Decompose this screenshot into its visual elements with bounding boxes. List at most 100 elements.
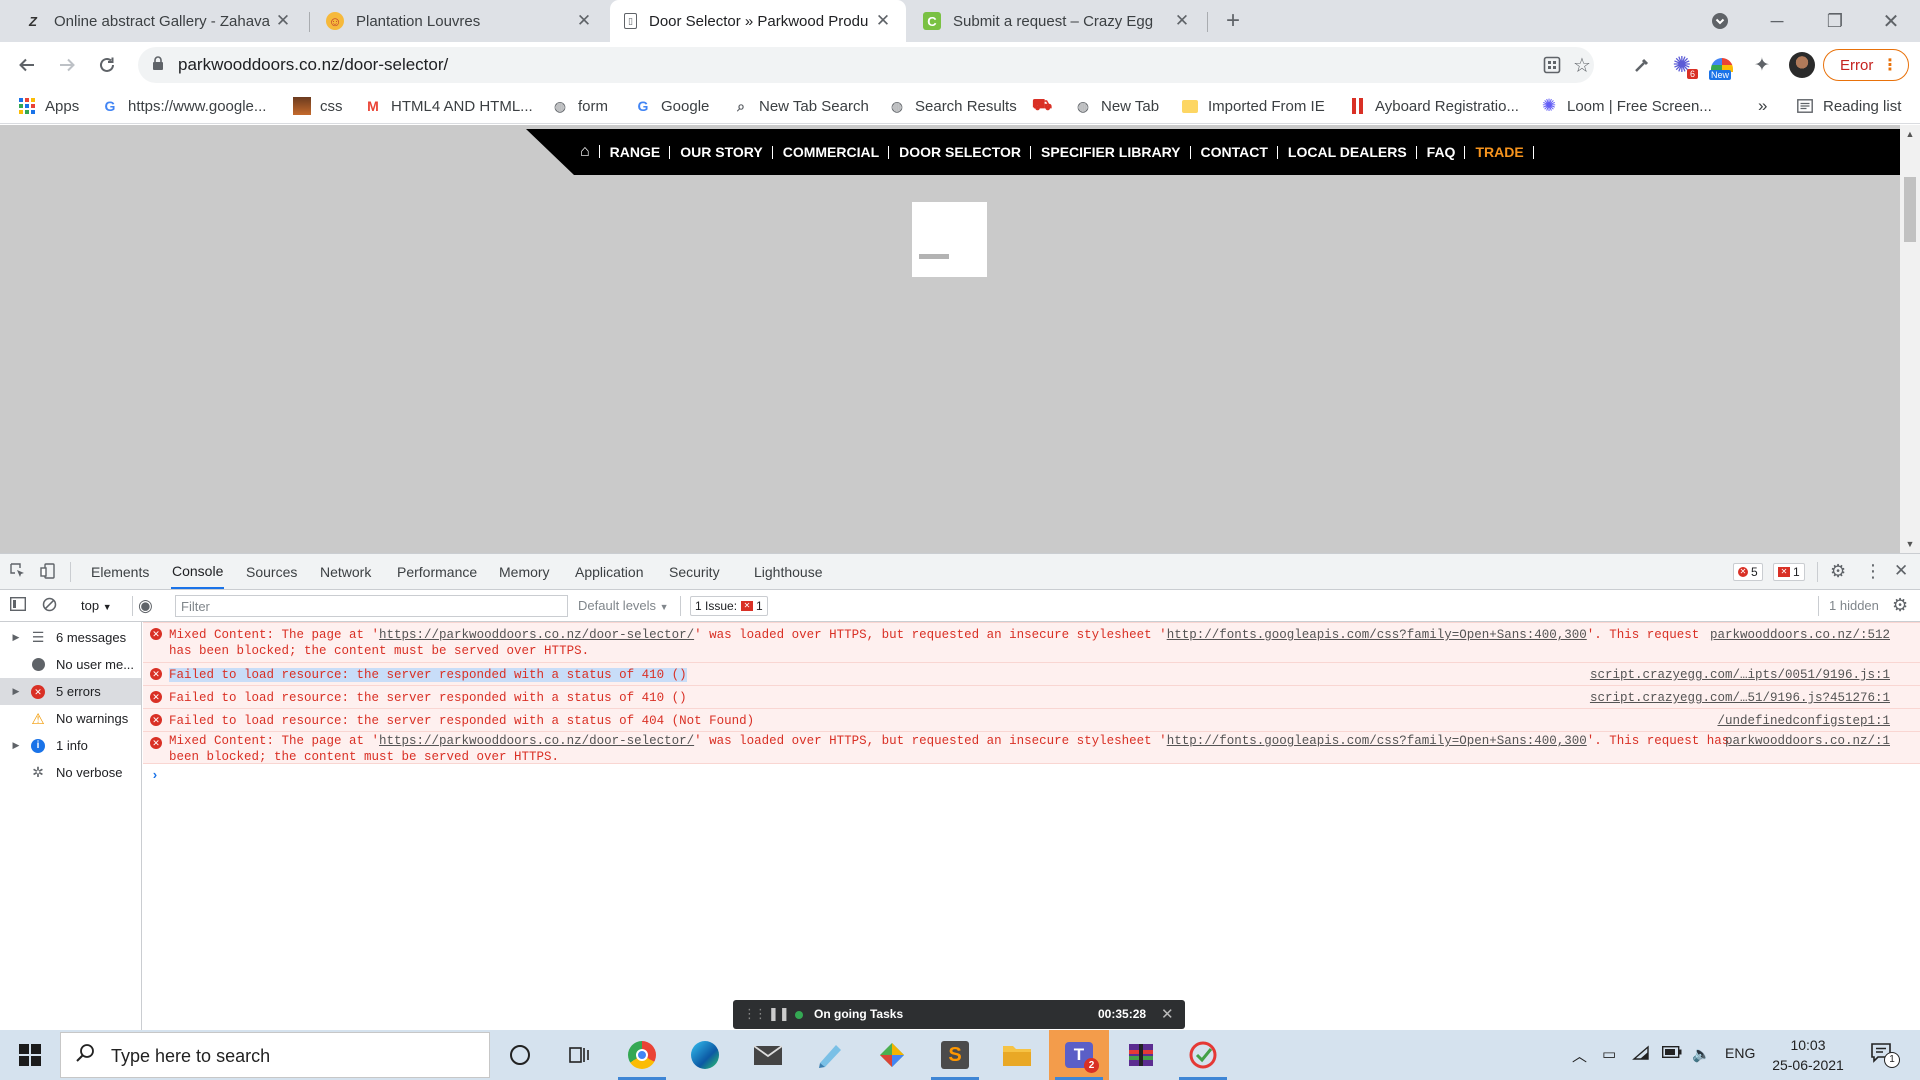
- close-icon[interactable]: ✕: [874, 11, 892, 31]
- bookmark-cart[interactable]: ⛟: [1032, 88, 1060, 124]
- bookmark-google-url[interactable]: G https://www.google...: [101, 88, 267, 124]
- paint-app-icon[interactable]: [862, 1030, 922, 1080]
- close-icon[interactable]: ✕: [1161, 1005, 1174, 1023]
- bookmark-imported-from-ie[interactable]: Imported From IE: [1181, 88, 1325, 124]
- console-error-row[interactable]: ✕ Failed to load resource: the server re…: [143, 685, 1920, 708]
- eyedropper-extension-icon[interactable]: [1626, 49, 1658, 81]
- message-source-link[interactable]: parkwooddoors.co.nz/:512: [1710, 627, 1890, 643]
- lock-icon[interactable]: [152, 56, 164, 74]
- tab-door-selector[interactable]: ▯ Door Selector » Parkwood Produ ✕: [610, 0, 906, 42]
- tab-security[interactable]: Security: [668, 554, 721, 590]
- nav-faq[interactable]: FAQ: [1417, 144, 1466, 160]
- eye-icon[interactable]: ◉: [138, 596, 153, 616]
- log-levels-dropdown[interactable]: Default levels ▼: [578, 598, 669, 613]
- bookmark-apps[interactable]: Apps: [18, 88, 79, 124]
- sidebar-item-user-messages[interactable]: No user me...: [0, 651, 141, 678]
- battery-icon[interactable]: [1661, 1045, 1682, 1062]
- home-icon[interactable]: ⌂: [580, 143, 600, 161]
- bookmark-ayboard[interactable]: Ayboard Registratio...: [1348, 88, 1519, 124]
- more-vert-icon[interactable]: ⋮: [1864, 561, 1882, 582]
- language-indicator[interactable]: ENG: [1725, 1045, 1755, 1061]
- bookmark-star-icon[interactable]: ☆: [1570, 53, 1594, 77]
- task-view-icon[interactable]: [550, 1030, 610, 1080]
- bookmarks-overflow[interactable]: »: [1758, 88, 1767, 124]
- scroll-thumb[interactable]: [1904, 177, 1916, 242]
- issues-button[interactable]: 1 Issue: ✕ 1: [690, 596, 768, 616]
- nav-trade[interactable]: TRADE: [1465, 144, 1534, 160]
- close-icon[interactable]: ✕: [274, 11, 292, 31]
- scroll-up-icon[interactable]: ▲: [1900, 129, 1920, 139]
- bookmark-google[interactable]: G Google: [634, 88, 710, 124]
- window-close-icon[interactable]: ✕: [1862, 0, 1920, 42]
- translate-icon[interactable]: [1540, 53, 1564, 77]
- tab-memory[interactable]: Memory: [498, 554, 551, 590]
- tab-elements[interactable]: Elements: [90, 554, 150, 590]
- nav-door-selector[interactable]: DOOR SELECTOR: [889, 144, 1031, 160]
- extension-badge-icon[interactable]: ✺ 6: [1666, 49, 1698, 81]
- message-source-link[interactable]: script.crazyegg.com/…51/9196.js?451276:1: [1590, 690, 1890, 706]
- clear-console-icon[interactable]: [42, 597, 57, 617]
- expand-arrow-icon[interactable]: ▶: [8, 632, 24, 643]
- console-error-row[interactable]: ✕ Mixed Content: The page at 'https://pa…: [143, 622, 1920, 662]
- notes-app-icon[interactable]: [800, 1030, 860, 1080]
- message-link[interactable]: http://fonts.googleapis.com/css?family=O…: [1167, 734, 1587, 748]
- message-source-link[interactable]: /undefinedconfigstep1:1: [1717, 713, 1890, 729]
- edge-app-icon[interactable]: [675, 1030, 735, 1080]
- minimize-icon[interactable]: ─: [1748, 0, 1806, 42]
- bookmark-search-results[interactable]: ◍ Search Results: [888, 88, 1017, 124]
- page-scrollbar[interactable]: ▲ ▼: [1900, 125, 1920, 553]
- tab-performance[interactable]: Performance: [396, 554, 478, 590]
- sidebar-item-info[interactable]: ▶ i 1 info: [0, 732, 141, 759]
- taskbar-search-box[interactable]: Type here to search: [60, 1032, 490, 1078]
- message-link[interactable]: https://parkwooddoors.co.nz/door-selecto…: [379, 734, 694, 748]
- file-explorer-icon[interactable]: [987, 1030, 1047, 1080]
- tab-lighthouse[interactable]: Lighthouse: [753, 554, 824, 590]
- expand-arrow-icon[interactable]: ▶: [8, 740, 24, 751]
- profile-avatar[interactable]: [1786, 49, 1818, 81]
- error-count-badge[interactable]: ✕ 5: [1733, 563, 1763, 581]
- console-prompt[interactable]: ›: [151, 768, 159, 783]
- console-error-row[interactable]: ✕ Failed to load resource: the server re…: [143, 662, 1920, 685]
- console-settings-gear-icon[interactable]: ⚙: [1892, 595, 1908, 616]
- scroll-down-icon[interactable]: ▼: [1900, 539, 1920, 549]
- cortana-icon[interactable]: [490, 1030, 550, 1080]
- context-selector[interactable]: top ▼: [81, 598, 112, 613]
- notification-center-icon[interactable]: 1: [1870, 1042, 1900, 1068]
- message-source-link[interactable]: parkwooddoors.co.nz/:1: [1725, 733, 1890, 749]
- mail-app-icon[interactable]: [738, 1030, 798, 1080]
- tab-console[interactable]: Console: [171, 554, 225, 589]
- tab-network[interactable]: Network: [319, 554, 372, 590]
- sidebar-item-messages[interactable]: ▶ ☰ 6 messages: [0, 624, 141, 651]
- tab-application[interactable]: Application: [574, 554, 645, 590]
- nav-our-story[interactable]: OUR STORY: [670, 144, 774, 160]
- reading-list[interactable]: Reading list: [1796, 88, 1901, 124]
- pause-icon[interactable]: ❚❚: [768, 1006, 790, 1022]
- bookmark-html4[interactable]: M HTML4 AND HTML...: [364, 88, 533, 124]
- filter-input[interactable]: [175, 595, 568, 617]
- system-clock[interactable]: 10:03 25-06-2021: [1768, 1035, 1848, 1075]
- sidebar-item-verbose[interactable]: ✲ No verbose: [0, 759, 141, 786]
- issue-count-badge[interactable]: ✕ 1: [1773, 563, 1805, 581]
- sidebar-item-errors[interactable]: ▶ ✕ 5 errors: [0, 678, 141, 705]
- winrar-app-icon[interactable]: [1111, 1030, 1171, 1080]
- close-devtools-icon[interactable]: ✕: [1894, 561, 1908, 581]
- nav-range[interactable]: RANGE: [600, 144, 671, 160]
- bookmark-css[interactable]: css: [293, 88, 343, 124]
- forward-arrow-icon[interactable]: [51, 49, 83, 81]
- time-tracker-app-icon[interactable]: [1173, 1030, 1233, 1080]
- error-button[interactable]: Error ⋮: [1823, 49, 1909, 81]
- tab-crazy-egg[interactable]: C Submit a request – Crazy Egg ✕: [909, 0, 1205, 42]
- bookmark-loom[interactable]: ✺ Loom | Free Screen...: [1540, 88, 1712, 124]
- device-toolbar-icon[interactable]: [40, 563, 56, 584]
- nav-commercial[interactable]: COMMERCIAL: [773, 144, 890, 160]
- chrome-app-icon[interactable]: [612, 1030, 672, 1080]
- bookmark-new-tab[interactable]: ◍ New Tab: [1074, 88, 1159, 124]
- sublime-text-app-icon[interactable]: S: [925, 1030, 985, 1080]
- tab-plantation-louvres[interactable]: ☺ Plantation Louvres ✕: [312, 0, 607, 42]
- back-arrow-icon[interactable]: [11, 49, 43, 81]
- inspect-element-icon[interactable]: [10, 563, 26, 584]
- ongoing-tasks-bar[interactable]: ⋮⋮ ❚❚ On going Tasks 00:35:28 ✕: [733, 1000, 1185, 1029]
- teams-app-icon[interactable]: T2: [1049, 1030, 1109, 1080]
- reload-icon[interactable]: [91, 49, 123, 81]
- restore-icon[interactable]: ❐: [1806, 0, 1864, 42]
